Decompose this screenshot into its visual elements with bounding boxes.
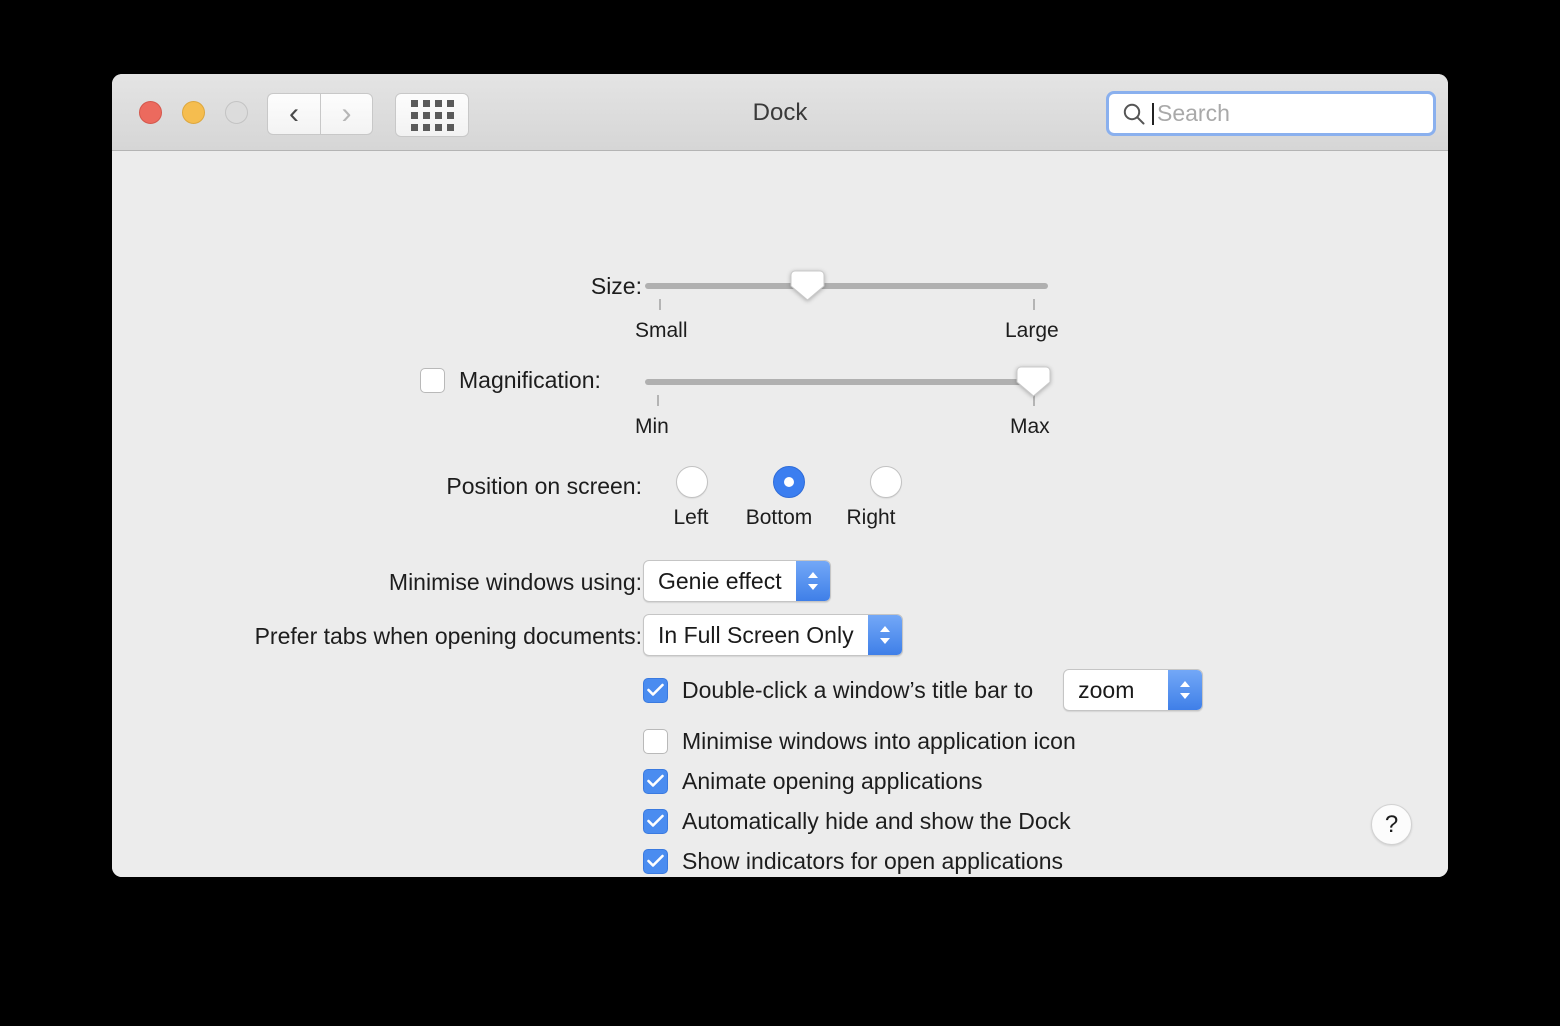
- magnification-max-label: Max: [1010, 415, 1050, 438]
- radio-label-bottom: Bottom: [745, 506, 813, 529]
- checkbox-row: Automatically hide and show the Dock: [643, 801, 1076, 841]
- chevron-updown-icon[interactable]: [795, 561, 830, 601]
- magnification-checkbox[interactable]: [420, 368, 445, 393]
- animate-opening-checkbox[interactable]: [643, 768, 668, 794]
- help-button[interactable]: ?: [1371, 804, 1412, 845]
- magnification-slider-track[interactable]: [645, 379, 1048, 385]
- checkbox-label: Animate opening applications: [682, 767, 983, 794]
- minimise-effect-label: Minimise windows using:: [388, 569, 642, 595]
- magnification-slider-thumb[interactable]: [1015, 366, 1052, 397]
- window-titlebar: ‹ › Dock Search: [112, 74, 1448, 151]
- magnification-row: Magnification:: [420, 367, 601, 394]
- checkbox-row: Minimise windows into application icon: [643, 721, 1076, 761]
- preferences-pane: Size: Small Large Magnification: Min Max…: [112, 151, 1448, 877]
- search-icon: [1121, 101, 1147, 127]
- prefer-tabs-popup[interactable]: In Full Screen Only: [643, 614, 903, 656]
- magnification-label: Magnification:: [459, 367, 601, 393]
- chevron-updown-icon[interactable]: [1168, 670, 1203, 710]
- minimise-effect-value: Genie effect: [658, 567, 782, 594]
- checkbox-label: Automatically hide and show the Dock: [682, 807, 1071, 834]
- system-preferences-window: ‹ › Dock Search Size: Small Large Magnif…: [112, 74, 1448, 877]
- radio-label-right: Right: [846, 506, 896, 529]
- size-min-label: Small: [635, 319, 688, 342]
- prefer-tabs-value: In Full Screen Only: [658, 621, 854, 648]
- dock-options-checklist: Minimise windows into application icon A…: [643, 721, 1076, 877]
- radio-bottom[interactable]: [773, 466, 805, 498]
- size-slider-tick-min: [659, 299, 661, 310]
- radio-label-left: Left: [673, 506, 709, 529]
- search-placeholder: Search: [1157, 100, 1230, 126]
- show-indicators-checkbox[interactable]: [643, 848, 668, 874]
- minimise-effect-popup[interactable]: Genie effect: [643, 560, 831, 602]
- checkbox-label: Minimise windows into application icon: [682, 727, 1076, 754]
- size-slider-track[interactable]: [645, 283, 1048, 289]
- checkbox-label: Show indicators for open applications: [682, 847, 1064, 874]
- double-click-action-value: zoom: [1078, 676, 1135, 703]
- auto-hide-dock-checkbox[interactable]: [643, 808, 668, 834]
- question-mark-icon: ?: [1384, 810, 1399, 838]
- size-label: Size:: [590, 273, 642, 299]
- size-slider-thumb[interactable]: [789, 270, 826, 301]
- checkbox-row: Animate opening applications: [643, 761, 1076, 801]
- radio-left[interactable]: [676, 466, 708, 498]
- search-field[interactable]: Search: [1106, 91, 1436, 136]
- size-slider-tick-max: [1033, 299, 1035, 310]
- double-click-checkbox[interactable]: [643, 677, 668, 703]
- chevron-updown-icon[interactable]: [867, 615, 902, 655]
- screen: ‹ › Dock Search Size: Small Large Magnif…: [0, 0, 1560, 1026]
- prefer-tabs-label: Prefer tabs when opening documents:: [254, 623, 642, 649]
- position-radio-group: Left Bottom Right: [672, 466, 902, 530]
- radio-right[interactable]: [870, 466, 902, 498]
- minimise-into-icon-checkbox[interactable]: [643, 728, 668, 754]
- double-click-label: Double-click a window’s title bar to: [682, 676, 1034, 703]
- magnification-slider-tick-min: [657, 395, 659, 406]
- magnification-min-label: Min: [635, 415, 669, 438]
- double-click-row: Double-click a window’s title bar to zoo…: [643, 669, 1204, 711]
- double-click-action-popup[interactable]: zoom: [1063, 669, 1204, 711]
- checkbox-row: Show indicators for open applications: [643, 841, 1076, 877]
- position-label: Position on screen:: [446, 473, 642, 499]
- text-cursor: [1152, 102, 1154, 125]
- size-max-label: Large: [1005, 319, 1059, 342]
